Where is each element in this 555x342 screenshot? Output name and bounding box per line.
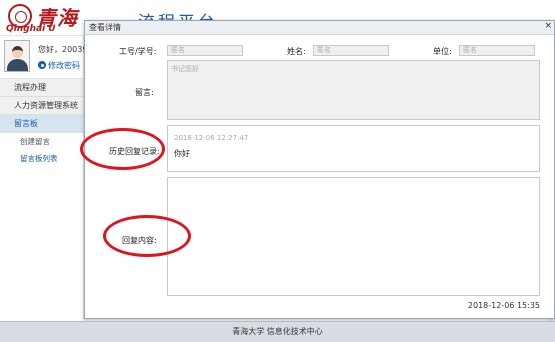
sidebar-item-process[interactable]: 流程办理 (0, 79, 83, 97)
history-timestamp: 2018-12-06 12:27:47 (174, 134, 249, 142)
user-greeting: 您好，20039 (38, 45, 88, 54)
unit-label: 单位: (433, 47, 452, 56)
logo-english-text: Qinghai U (6, 24, 56, 34)
history-message: 你好 (174, 149, 190, 158)
user-panel: 您好，20039 修改密码 (0, 36, 87, 79)
change-password-label: 修改密码 (48, 61, 80, 70)
sidebar-item-hr-system[interactable]: 人力资源管理系统 (0, 97, 83, 115)
employee-id-field[interactable]: 匿名 (167, 45, 243, 56)
change-password-link[interactable]: 修改密码 (38, 60, 80, 71)
dialog-title: 查看详情 (85, 21, 554, 35)
employee-id-label: 工号/学号: (119, 47, 157, 56)
gear-icon (38, 61, 46, 69)
footer: 青海大学 信息化技术中心 (0, 321, 555, 342)
avatar (4, 40, 30, 72)
name-field[interactable]: 匿名 (313, 45, 389, 56)
annotation-oval-reply (103, 215, 191, 257)
message-label: 留言: (135, 88, 154, 97)
sidebar: 您好，20039 修改密码 流程办理 人力资源管理系统 留言板 创建留言 留言板… (0, 36, 87, 326)
reply-textarea[interactable] (167, 177, 540, 296)
unit-field[interactable]: 匿名 (459, 45, 535, 56)
name-label: 姓名: (287, 47, 306, 56)
annotation-oval-history (80, 128, 165, 170)
sidebar-item-message-board[interactable]: 留言板 (0, 115, 83, 133)
message-field[interactable]: 书记您好 (167, 60, 540, 120)
close-icon[interactable]: × (544, 21, 552, 31)
detail-dialog: 查看详情 × 工号/学号: 匿名 姓名: 匿名 单位: 匿名 留言: 书记您好 … (84, 20, 555, 319)
sidebar-subitem-message-list[interactable]: 留言板列表 (0, 150, 83, 167)
dialog-timestamp: 2018-12-06 15:35 (467, 301, 540, 310)
sidebar-subitem-create-message[interactable]: 创建留言 (0, 133, 83, 150)
history-box: 2018-12-06 12:27:47 你好 (167, 125, 540, 172)
university-logo: 青海大学 Qinghai U (2, 2, 84, 59)
